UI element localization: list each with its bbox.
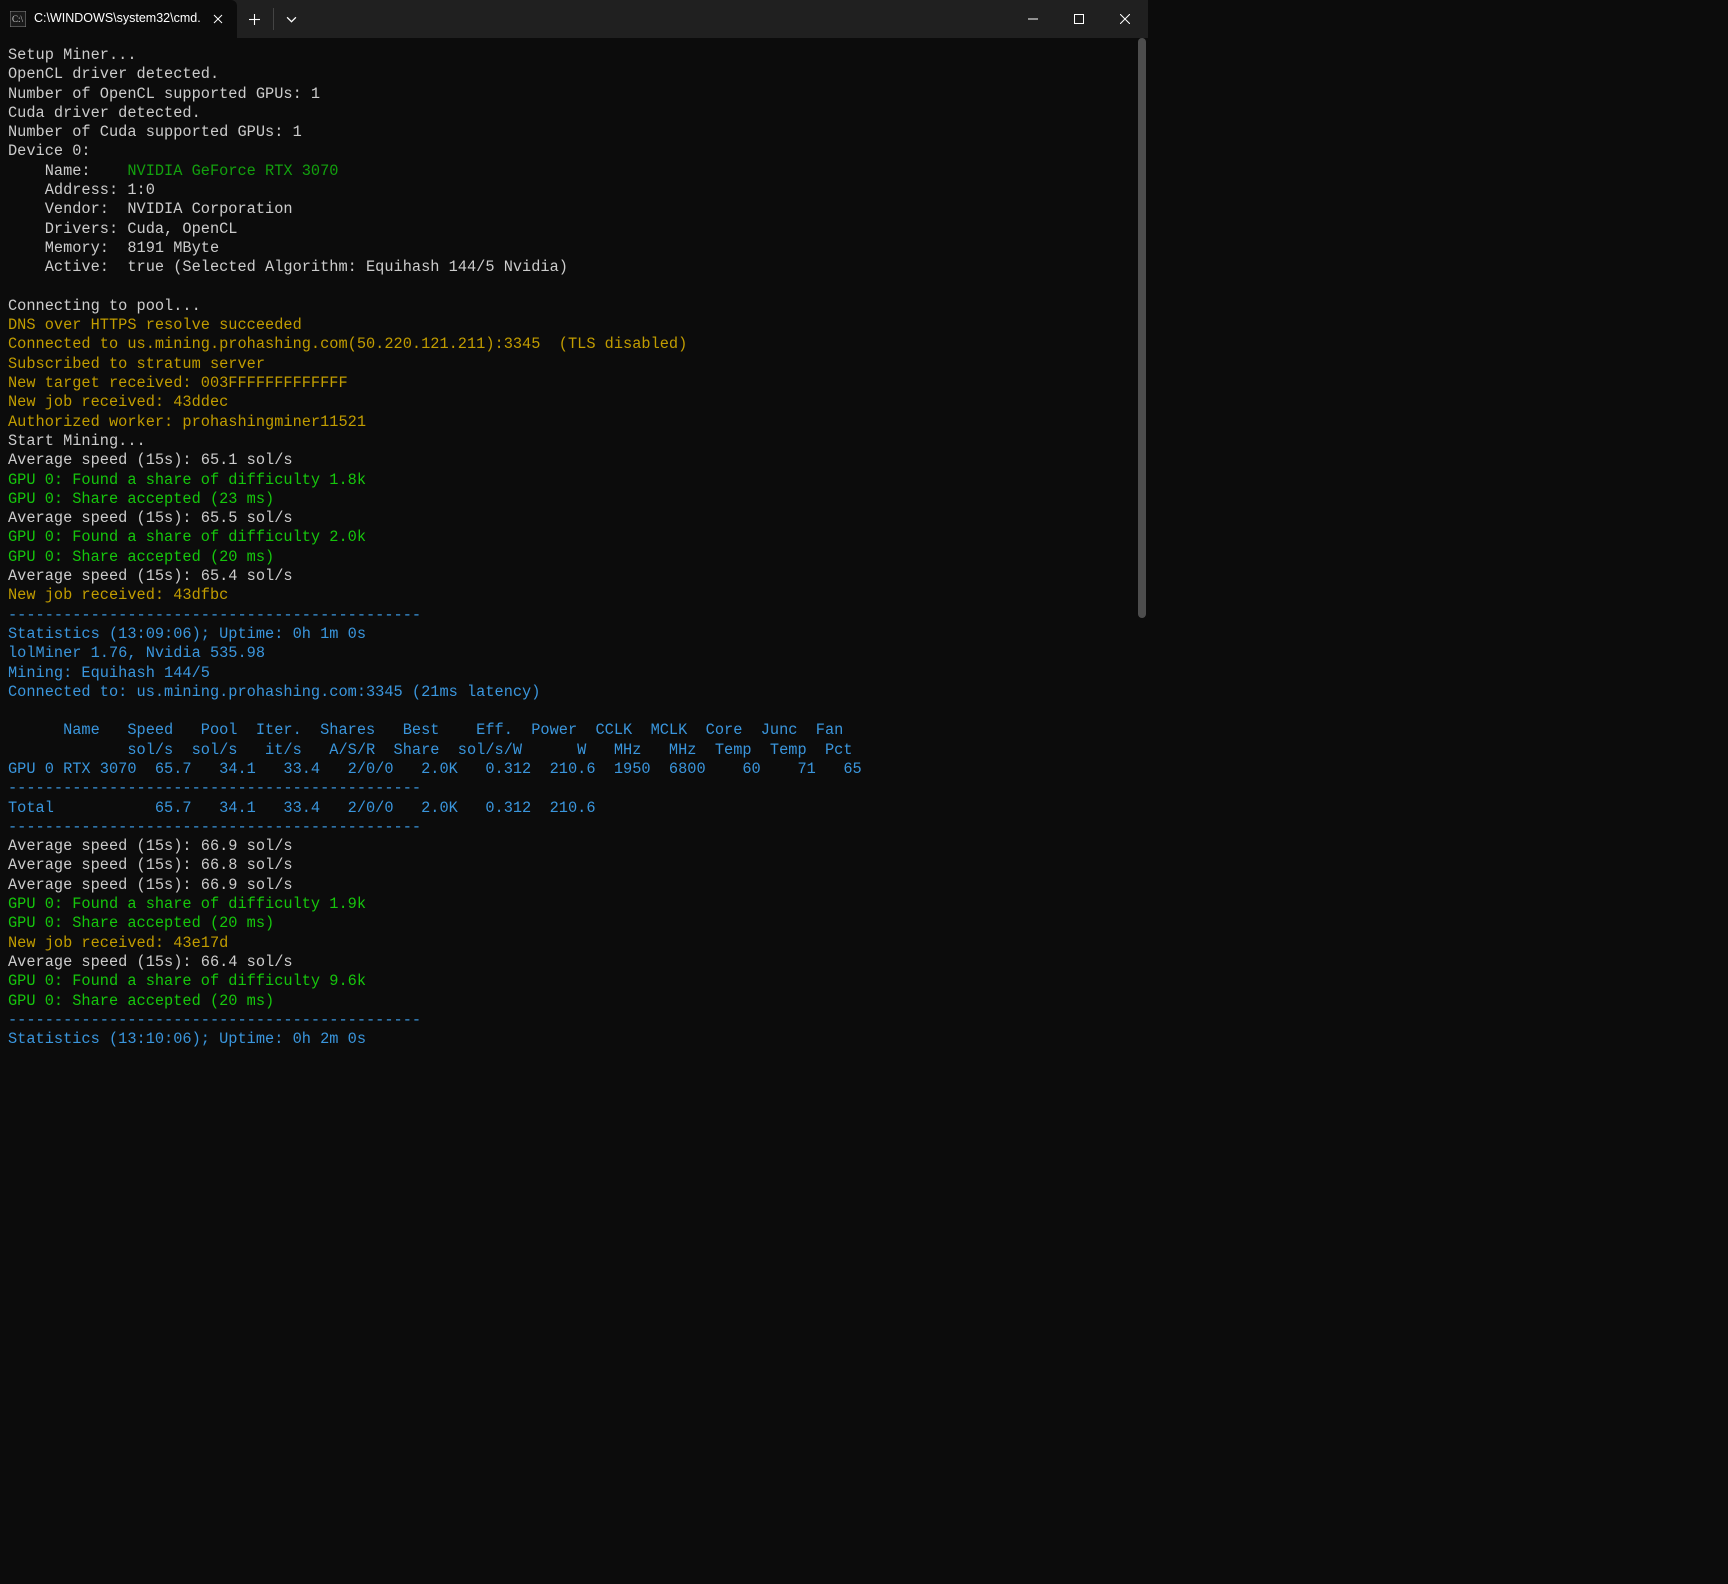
close-window-button[interactable]: [1102, 0, 1148, 38]
terminal-line: Average speed (15s): 66.4 sol/s: [8, 953, 1140, 972]
terminal-line: Average speed (15s): 65.1 sol/s: [8, 451, 1140, 470]
terminal-line: New job received: 43dfbc: [8, 586, 1140, 605]
terminal-line: Connected to us.mining.prohashing.com(50…: [8, 335, 1140, 354]
terminal-line: Average speed (15s): 66.9 sol/s: [8, 837, 1140, 856]
terminal-line: ----------------------------------------…: [8, 1011, 1140, 1030]
scrollbar-thumb[interactable]: [1138, 38, 1146, 618]
active-tab[interactable]: C:\ C:\WINDOWS\system32\cmd.: [0, 0, 237, 38]
tab-dropdown-button[interactable]: [274, 0, 310, 38]
terminal-line: Vendor: NVIDIA Corporation: [8, 200, 1140, 219]
cmd-icon: C:\: [10, 11, 26, 27]
terminal-line: Device 0:: [8, 142, 1140, 161]
terminal-line: Setup Miner...: [8, 46, 1140, 65]
terminal-line: Active: true (Selected Algorithm: Equiha…: [8, 258, 1140, 277]
terminal-output[interactable]: Setup Miner...OpenCL driver detected.Num…: [0, 38, 1148, 1057]
terminal-line: Name Speed Pool Iter. Shares Best Eff. P…: [8, 721, 1140, 740]
terminal-line: OpenCL driver detected.: [8, 65, 1140, 84]
terminal-line: ----------------------------------------…: [8, 606, 1140, 625]
window-titlebar: C:\ C:\WINDOWS\system32\cmd.: [0, 0, 1148, 38]
terminal-line: Subscribed to stratum server: [8, 355, 1140, 374]
terminal-line: Connected to: us.mining.prohashing.com:3…: [8, 683, 1140, 702]
terminal-line: Average speed (15s): 65.5 sol/s: [8, 509, 1140, 528]
new-tab-button[interactable]: [237, 0, 273, 38]
terminal-line: GPU 0: Found a share of difficulty 1.8k: [8, 471, 1140, 490]
terminal-line: Average speed (15s): 66.9 sol/s: [8, 876, 1140, 895]
terminal-line: GPU 0: Found a share of difficulty 1.9k: [8, 895, 1140, 914]
terminal-line: Total 65.7 34.1 33.4 2/0/0 2.0K 0.312 21…: [8, 799, 1140, 818]
terminal-line: Statistics (13:10:06); Uptime: 0h 2m 0s: [8, 1030, 1140, 1049]
terminal-line: Number of Cuda supported GPUs: 1: [8, 123, 1140, 142]
terminal-line: GPU 0: Share accepted (23 ms): [8, 490, 1140, 509]
terminal-line: Connecting to pool...: [8, 297, 1140, 316]
terminal-line: lolMiner 1.76, Nvidia 535.98: [8, 644, 1140, 663]
terminal-line: Cuda driver detected.: [8, 104, 1140, 123]
terminal-line: [8, 278, 1140, 297]
terminal-line: [8, 702, 1140, 721]
terminal-line: Number of OpenCL supported GPUs: 1: [8, 85, 1140, 104]
terminal-line: New job received: 43e17d: [8, 934, 1140, 953]
terminal-line: GPU 0: Found a share of difficulty 2.0k: [8, 528, 1140, 547]
window-controls: [1010, 0, 1148, 38]
terminal-line: Drivers: Cuda, OpenCL: [8, 220, 1140, 239]
terminal-line: New job received: 43ddec: [8, 393, 1140, 412]
terminal-line: ----------------------------------------…: [8, 818, 1140, 837]
terminal-line: Statistics (13:09:06); Uptime: 0h 1m 0s: [8, 625, 1140, 644]
terminal-line: GPU 0: Share accepted (20 ms): [8, 992, 1140, 1011]
terminal-line: GPU 0: Share accepted (20 ms): [8, 914, 1140, 933]
maximize-button[interactable]: [1056, 0, 1102, 38]
terminal-line: Start Mining...: [8, 432, 1140, 451]
terminal-line: sol/s sol/s it/s A/S/R Share sol/s/W W M…: [8, 741, 1140, 760]
terminal-line: Mining: Equihash 144/5: [8, 664, 1140, 683]
terminal-line: GPU 0: Found a share of difficulty 9.6k: [8, 972, 1140, 991]
terminal-line: Authorized worker: prohashingminer11521: [8, 413, 1140, 432]
terminal-line: New target received: 003FFFFFFFFFFFFF: [8, 374, 1140, 393]
terminal-line: Memory: 8191 MByte: [8, 239, 1140, 258]
tab-close-button[interactable]: [209, 10, 227, 28]
scrollbar[interactable]: [1136, 38, 1148, 1038]
terminal-line: GPU 0 RTX 3070 65.7 34.1 33.4 2/0/0 2.0K…: [8, 760, 1140, 779]
terminal-line: Average speed (15s): 66.8 sol/s: [8, 856, 1140, 875]
terminal-line: Address: 1:0: [8, 181, 1140, 200]
terminal-line: DNS over HTTPS resolve succeeded: [8, 316, 1140, 335]
terminal-line: Name: NVIDIA GeForce RTX 3070: [8, 162, 1140, 181]
svg-text:C:\: C:\: [12, 14, 24, 24]
terminal-line: GPU 0: Share accepted (20 ms): [8, 548, 1140, 567]
tab-title: C:\WINDOWS\system32\cmd.: [34, 9, 201, 28]
terminal-line: ----------------------------------------…: [8, 779, 1140, 798]
terminal-line: Average speed (15s): 65.4 sol/s: [8, 567, 1140, 586]
minimize-button[interactable]: [1010, 0, 1056, 38]
